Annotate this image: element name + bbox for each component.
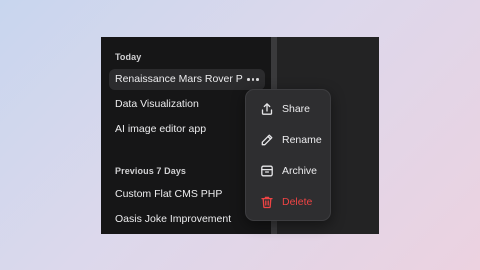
chat-item-ai-image-editor[interactable]: AI image editor app: [109, 119, 265, 140]
ellipsis-dot: [247, 78, 250, 81]
chat-item-data-visualization[interactable]: Data Visualization: [109, 94, 265, 115]
ellipsis-dot: [251, 78, 255, 81]
chat-item-label: AI image editor app: [115, 123, 207, 135]
chat-item-renaissance-mars-rover[interactable]: Renaissance Mars Rover Pa: [109, 69, 265, 90]
chat-item-label: Custom Flat CMS PHP: [115, 188, 223, 200]
more-options-button[interactable]: [244, 69, 262, 90]
ellipsis-dot: [256, 78, 259, 81]
app-window: Today Renaissance Mars Rover Pa Data Vis…: [101, 37, 379, 234]
section-heading-previous-7-days: Previous 7 Days: [115, 166, 187, 176]
chat-item-oasis-joke[interactable]: Oasis Joke Improvement: [109, 209, 265, 230]
chat-item-label: Data Visualization: [115, 98, 199, 110]
menu-item-label: Rename: [282, 134, 322, 146]
chat-item-custom-flat-cms[interactable]: Custom Flat CMS PHP: [109, 184, 265, 205]
pencil-icon: [260, 133, 274, 147]
chat-context-menu: Share Rename Archive Delete: [245, 89, 331, 221]
section-heading-today: Today: [115, 52, 142, 62]
menu-item-share[interactable]: Share: [246, 96, 330, 122]
chat-item-label: Renaissance Mars Rover Pa: [115, 73, 243, 85]
trash-icon: [260, 195, 274, 209]
menu-item-label: Share: [282, 103, 311, 115]
menu-item-label: Delete: [282, 196, 313, 208]
menu-item-rename[interactable]: Rename: [246, 127, 330, 153]
menu-item-label: Archive: [282, 165, 318, 177]
archive-icon: [260, 164, 274, 178]
chat-item-label: Oasis Joke Improvement: [115, 213, 232, 225]
menu-item-archive[interactable]: Archive: [246, 158, 330, 184]
menu-item-delete[interactable]: Delete: [246, 189, 330, 215]
share-icon: [260, 102, 274, 116]
